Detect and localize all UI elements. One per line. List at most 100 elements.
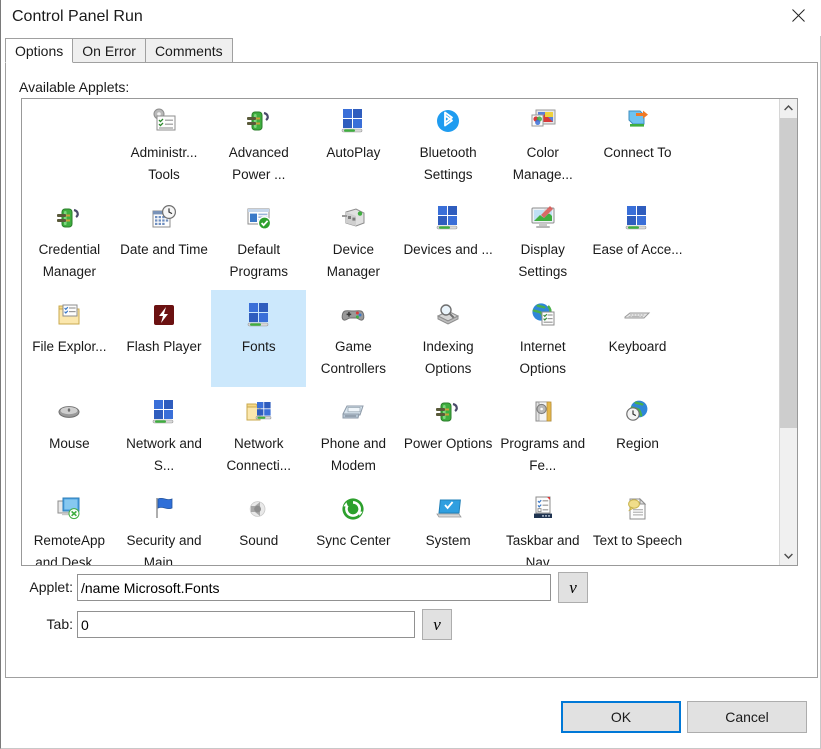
applet-item[interactable]: Taskbar and Nav... xyxy=(495,484,590,566)
tab-variable-button[interactable]: v xyxy=(422,609,452,640)
ok-button[interactable]: OK xyxy=(561,701,681,733)
applet-label: Programs and Fe... xyxy=(496,433,590,477)
applet-item[interactable]: Security and Main... xyxy=(117,484,212,566)
bluetooth-icon xyxy=(431,104,465,138)
applet-item[interactable]: Programs and Fe... xyxy=(495,387,590,484)
applet-item[interactable]: Phone and Modem xyxy=(306,387,401,484)
applet-item[interactable]: Devices and ... xyxy=(401,193,496,290)
applet-item[interactable]: Fonts xyxy=(211,290,306,387)
applet-item[interactable]: Device Manager xyxy=(306,193,401,290)
applet-field-label: Applet: xyxy=(19,579,73,595)
applet-item[interactable]: Advanced Power ... xyxy=(211,98,306,193)
applet-label: System xyxy=(401,530,495,552)
applet-item[interactable]: Keyboard xyxy=(590,290,685,387)
tab-label: Comments xyxy=(155,43,223,59)
mouse-icon xyxy=(52,395,86,429)
internet-options-icon xyxy=(526,298,560,332)
credential-manager-icon xyxy=(52,201,86,235)
blank-icon xyxy=(715,298,749,332)
game-controllers-icon xyxy=(336,298,370,332)
title-bar: Control Panel Run xyxy=(1,0,821,36)
applet-item[interactable]: Network Connecti... xyxy=(211,387,306,484)
scroll-down-icon[interactable] xyxy=(780,547,797,565)
tab-options[interactable]: Options xyxy=(5,38,73,63)
system-icon xyxy=(431,492,465,526)
applet-label: Fonts xyxy=(212,336,306,358)
applet-item[interactable]: Sound xyxy=(211,484,306,566)
scrollbar-thumb[interactable] xyxy=(780,118,797,428)
tab-on-error[interactable]: On Error xyxy=(72,38,146,63)
applet-item[interactable]: Power Options xyxy=(401,387,496,484)
applet-item[interactable]: Text to Speech xyxy=(590,484,685,566)
network-connections-icon xyxy=(242,395,276,429)
applet-item[interactable]: Ease of Acce... xyxy=(590,193,685,290)
applet-item[interactable]: Sync Center xyxy=(306,484,401,566)
blank-icon xyxy=(715,104,749,138)
applet-variable-button[interactable]: v xyxy=(558,572,588,603)
applet-label: Game Controllers xyxy=(306,336,400,380)
applet-label: Network Connecti... xyxy=(212,433,306,477)
applet-label: Sync Center xyxy=(306,530,400,552)
tab-input[interactable] xyxy=(77,611,415,638)
applet-item[interactable]: Credential Manager xyxy=(22,193,117,290)
applet-label: Region xyxy=(590,433,684,455)
applet-label: Connect To xyxy=(590,142,684,164)
applet-item[interactable]: Flash Player xyxy=(117,290,212,387)
applet-item[interactable]: Default Programs xyxy=(211,193,306,290)
applet-label: Flash Player xyxy=(117,336,211,358)
programs-and-features-icon xyxy=(526,395,560,429)
applet-item[interactable]: Internet Options xyxy=(495,290,590,387)
applet-grid: Administr... Tools Advanced Power ... Au… xyxy=(22,98,780,566)
applet-label: File Explor... xyxy=(22,336,116,358)
applet-label: Keyboard xyxy=(590,336,684,358)
blank-icon xyxy=(715,201,749,235)
close-icon[interactable] xyxy=(775,0,821,31)
sound-icon xyxy=(242,492,276,526)
date-and-time-icon xyxy=(147,201,181,235)
applet-label: Network and S... xyxy=(117,433,211,477)
applet-label: RemoteApp and Desk... xyxy=(22,530,116,566)
remoteapp-icon xyxy=(52,492,86,526)
cancel-button[interactable]: Cancel xyxy=(687,701,807,733)
phone-and-modem-icon xyxy=(336,395,370,429)
applet-item[interactable]: File Explor... xyxy=(22,290,117,387)
region-icon xyxy=(620,395,654,429)
applet-label: Bluetooth Settings xyxy=(401,142,495,186)
applet-list-scrollbar[interactable] xyxy=(779,99,797,565)
applet-item[interactable]: Bluetooth Settings xyxy=(401,98,496,193)
applet-label: Credential Manager xyxy=(22,239,116,283)
applet-label: Color Manage... xyxy=(496,142,590,186)
applet-item[interactable]: Region xyxy=(590,387,685,484)
tab-field-label: Tab: xyxy=(19,616,73,632)
tab-strip: Options On Error Comments xyxy=(5,38,818,63)
indexing-options-icon xyxy=(431,298,465,332)
applet-item[interactable]: Color Manage... xyxy=(495,98,590,193)
applet-item[interactable]: Administr... Tools xyxy=(117,98,212,193)
display-settings-icon xyxy=(526,201,560,235)
applet-item[interactable]: Network and S... xyxy=(117,387,212,484)
applet-label: Power Options xyxy=(401,433,495,455)
applet-item[interactable]: Connect To xyxy=(590,98,685,193)
applet-item[interactable]: Indexing Options xyxy=(401,290,496,387)
applet-label: Devices and ... xyxy=(401,239,495,261)
applet-input[interactable] xyxy=(77,574,551,601)
applet-label: Default Programs xyxy=(212,239,306,283)
applet-item[interactable]: Mouse xyxy=(22,387,117,484)
applet-item[interactable]: RemoteApp and Desk... xyxy=(22,484,117,566)
applet-item[interactable]: System xyxy=(401,484,496,566)
fonts-icon xyxy=(242,298,276,332)
applet-item[interactable]: Display Settings xyxy=(495,193,590,290)
applet-label: Mouse xyxy=(22,433,116,455)
tab-label: On Error xyxy=(82,43,136,59)
administrative-tools-icon xyxy=(147,104,181,138)
scroll-up-icon[interactable] xyxy=(780,99,797,117)
tab-comments[interactable]: Comments xyxy=(145,38,233,63)
file-explorer-options-icon xyxy=(52,298,86,332)
blank-icon xyxy=(52,104,86,138)
applet-item[interactable]: Date and Time xyxy=(117,193,212,290)
applet-list[interactable]: Administr... Tools Advanced Power ... Au… xyxy=(21,98,798,566)
applet-item[interactable]: AutoPlay xyxy=(306,98,401,193)
applet-label: Administr... Tools xyxy=(117,142,211,186)
applet-label: Advanced Power ... xyxy=(212,142,306,186)
applet-item[interactable]: Game Controllers xyxy=(306,290,401,387)
